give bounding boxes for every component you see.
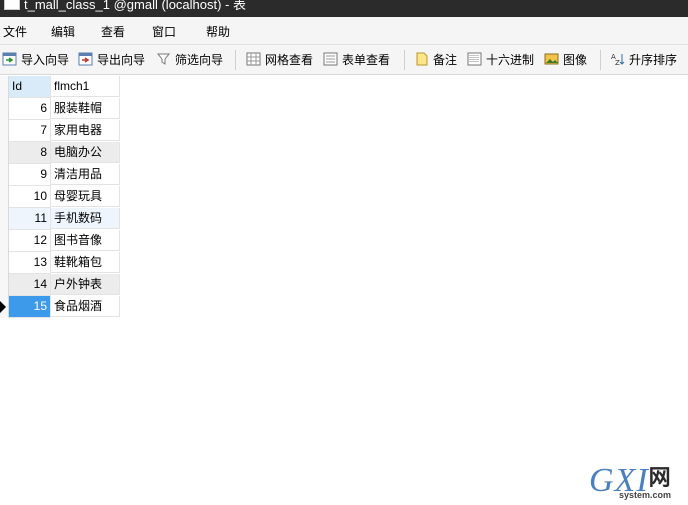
id-cell[interactable]: 13 xyxy=(9,252,51,274)
image-icon xyxy=(544,52,559,66)
menu-edit[interactable]: 编辑 xyxy=(51,23,75,40)
row-indicator[interactable] xyxy=(0,186,9,208)
column-header-flmch1[interactable]: flmch1 xyxy=(51,76,120,97)
toolbar-divider xyxy=(600,50,601,70)
form-view-label: 表单查看 xyxy=(342,52,391,67)
sort-ascending-button[interactable]: AZ 升序排序 xyxy=(610,50,677,68)
flmch1-cell[interactable]: 食品烟酒 xyxy=(51,296,120,317)
toolbar-divider xyxy=(404,50,405,70)
export-wizard-button[interactable]: 导出向导 xyxy=(78,50,145,68)
svg-text:Z: Z xyxy=(615,59,620,66)
flmch1-cell[interactable]: 户外钟表 xyxy=(51,274,120,295)
row-indicator-header xyxy=(0,76,9,98)
filter-icon xyxy=(156,52,171,66)
hex-label: 十六进制 xyxy=(486,52,535,67)
memo-label: 备注 xyxy=(433,52,458,67)
id-cell[interactable]: 12 xyxy=(9,230,51,252)
row-indicator[interactable] xyxy=(0,252,9,274)
id-cell[interactable]: 7 xyxy=(9,120,51,142)
id-cell[interactable]: 10 xyxy=(9,186,51,208)
row-indicator[interactable] xyxy=(0,142,9,164)
column-header-id[interactable]: Id xyxy=(9,76,51,98)
sort-ascending-icon: AZ xyxy=(610,52,625,67)
import-wizard-button[interactable]: 导入向导 xyxy=(2,50,69,68)
row-indicator[interactable] xyxy=(0,164,9,186)
menu-view[interactable]: 查看 xyxy=(101,23,125,40)
flmch1-cell[interactable]: 鞋靴箱包 xyxy=(51,252,120,273)
filter-wizard-button[interactable]: 筛选向导 xyxy=(156,50,223,68)
grid-view-label: 网格查看 xyxy=(265,52,314,67)
flmch1-cell[interactable]: 家用电器 xyxy=(51,120,120,141)
hex-icon xyxy=(467,52,482,66)
row-indicator[interactable] xyxy=(0,274,9,296)
sort-ascending-label: 升序排序 xyxy=(629,52,678,67)
memo-button[interactable]: 备注 xyxy=(414,50,457,68)
table-icon xyxy=(4,0,20,10)
toolbar-divider xyxy=(235,50,236,70)
grid-view-button[interactable]: 网格查看 xyxy=(246,50,313,68)
grid-icon xyxy=(246,52,261,66)
menu-bar: 文件 编辑 查看 窗口 帮助 xyxy=(0,17,688,45)
id-cell[interactable]: 6 xyxy=(9,98,51,120)
watermark-logo: GXI网 system.com xyxy=(589,462,685,504)
form-view-button[interactable]: 表单查看 xyxy=(323,50,390,68)
flmch1-cell[interactable]: 手机数码 xyxy=(51,208,120,229)
id-cell[interactable]: 14 xyxy=(9,274,51,296)
row-indicator[interactable] xyxy=(0,98,9,120)
flmch1-cell[interactable]: 清洁用品 xyxy=(51,164,120,185)
window-title: t_mall_class_1 @gmall (localhost) - 表 xyxy=(24,0,246,12)
filter-wizard-label: 筛选向导 xyxy=(175,52,224,67)
flmch1-cell[interactable]: 服装鞋帽 xyxy=(51,98,120,119)
row-indicator[interactable] xyxy=(0,120,9,142)
export-wizard-label: 导出向导 xyxy=(97,52,146,67)
id-cell[interactable]: 9 xyxy=(9,164,51,186)
row-indicator[interactable] xyxy=(0,230,9,252)
row-indicator[interactable] xyxy=(0,208,9,230)
menu-window[interactable]: 窗口 xyxy=(152,23,176,40)
menu-file[interactable]: 文件 xyxy=(3,23,27,40)
flmch1-cell[interactable]: 电脑办公 xyxy=(51,142,120,163)
row-indicator[interactable] xyxy=(0,296,9,318)
image-button[interactable]: 图像 xyxy=(544,50,587,68)
export-icon xyxy=(78,52,93,66)
title-bar: t_mall_class_1 @gmall (localhost) - 表 xyxy=(0,0,688,17)
id-cell-selected[interactable]: 15 xyxy=(9,296,51,318)
menu-help[interactable]: 帮助 xyxy=(206,23,230,40)
form-icon xyxy=(323,52,338,66)
import-wizard-label: 导入向导 xyxy=(21,52,70,67)
flmch1-cell[interactable]: 图书音像 xyxy=(51,230,120,251)
memo-icon xyxy=(414,52,429,66)
id-cell[interactable]: 11 xyxy=(9,208,51,230)
flmch1-cell[interactable]: 母婴玩具 xyxy=(51,186,120,207)
id-cell[interactable]: 8 xyxy=(9,142,51,164)
import-icon xyxy=(2,52,17,66)
current-row-arrow-icon xyxy=(0,301,6,313)
hex-button[interactable]: 十六进制 xyxy=(467,50,534,68)
image-label: 图像 xyxy=(563,52,588,67)
watermark-site: system.com xyxy=(619,490,672,500)
toolbar: 导入向导 导出向导 筛选向导 网格查看 表单查看 备注 十六进制 图像 A Z … xyxy=(0,45,688,75)
